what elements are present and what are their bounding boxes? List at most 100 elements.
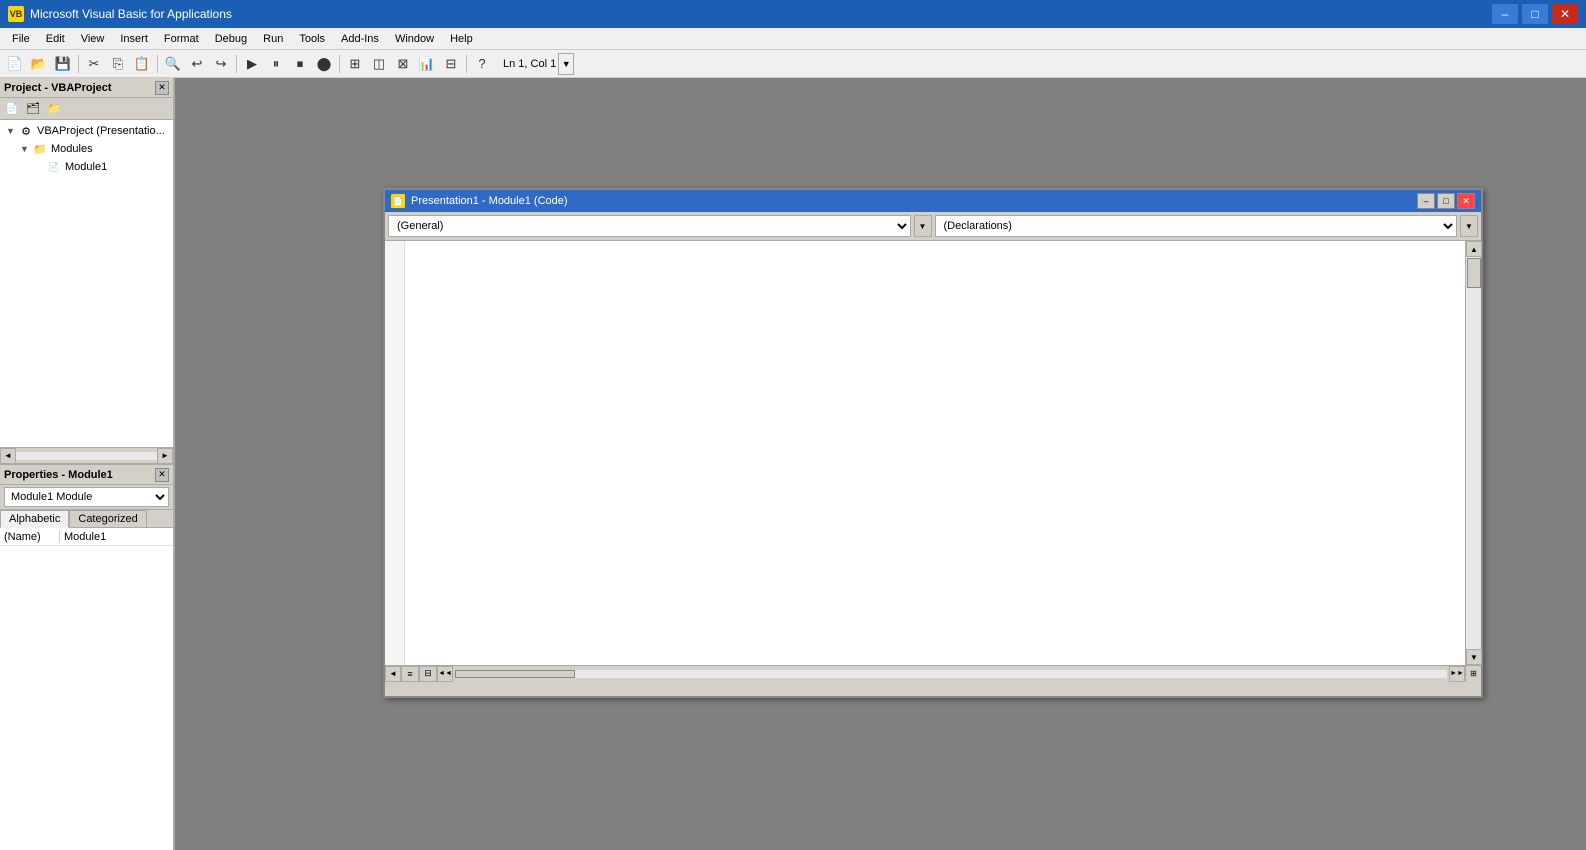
hscroll-left-button[interactable] xyxy=(385,666,401,682)
redo-button[interactable]: ↪ xyxy=(210,53,232,75)
view-object-button[interactable]: 🗂 xyxy=(23,100,43,118)
modules-folder-icon: 📁 xyxy=(32,141,48,157)
hscroll-thumb[interactable] xyxy=(455,670,575,678)
code-window-controls: – □ ✕ xyxy=(1417,193,1475,209)
menu-tools[interactable]: Tools xyxy=(291,31,333,47)
help-button[interactable]: ? xyxy=(471,53,493,75)
scroll-left-arrow[interactable]: ◄ xyxy=(0,448,16,464)
hscroll-corner: ⊞ xyxy=(1465,666,1481,682)
expand-icon: ▼ xyxy=(6,126,18,136)
design-button[interactable]: ⊞ xyxy=(344,53,366,75)
toolbar-separator-5 xyxy=(466,55,467,73)
paste-button[interactable]: 📋 xyxy=(131,53,153,75)
hscroll-track[interactable] xyxy=(455,670,1447,678)
toolbar-separator-1 xyxy=(78,55,79,73)
expand-icon-modules: ▼ xyxy=(20,144,32,154)
stop-button[interactable]: ⏹ xyxy=(289,53,311,75)
project-panel: Project - VBAProject ✕ 📄 🗂 📁 ▼ ⚙ VBAProj… xyxy=(0,78,173,465)
toolbar: 📄 📂 💾 ✂ ⎘ 📋 🔍 ↩ ↪ ▶ ⏸ ⏹ ⬤ ⊞ ◫ ⊠ 📊 ⊟ ? Ln… xyxy=(0,50,1586,78)
vscroll-up-button[interactable] xyxy=(1466,241,1482,257)
right-area: 📄 Presentation1 - Module1 (Code) – □ ✕ (… xyxy=(175,78,1586,850)
menu-window[interactable]: Window xyxy=(387,31,442,47)
properties-panel-header: Properties - Module1 ✕ xyxy=(0,465,173,485)
properties-dropdown-row: Module1 Module xyxy=(0,485,173,510)
props-row-name: (Name) Module1 xyxy=(0,528,173,546)
properties-grid: (Name) Module1 xyxy=(0,528,173,850)
copy-button[interactable]: ⎘ xyxy=(107,53,129,75)
app-title: Microsoft Visual Basic for Applications xyxy=(30,7,1486,21)
run-button[interactable]: ▶ xyxy=(241,53,263,75)
new-button[interactable]: 📄 xyxy=(4,53,26,75)
code-dropdowns: (General) ▼ (Declarations) ▼ xyxy=(385,212,1481,241)
minimize-button[interactable]: – xyxy=(1492,4,1518,24)
code-editor-area xyxy=(385,241,1481,665)
properties-panel-close[interactable]: ✕ xyxy=(155,468,169,482)
code-window-minimize[interactable]: – xyxy=(1417,193,1435,209)
code-proc-dropdown[interactable]: (Declarations) xyxy=(935,215,1458,237)
toggle-folders-button[interactable]: 📁 xyxy=(44,100,64,118)
menu-edit[interactable]: Edit xyxy=(38,31,73,47)
menu-file[interactable]: File xyxy=(4,31,38,47)
menu-addins[interactable]: Add-Ins xyxy=(333,31,387,47)
menu-view[interactable]: View xyxy=(73,31,113,47)
props-name-value[interactable]: Module1 xyxy=(60,531,173,543)
properties-panel: Properties - Module1 ✕ Module1 Module Al… xyxy=(0,465,173,850)
menu-format[interactable]: Format xyxy=(156,31,207,47)
code-hscrollbar: ≡ ⊟ ◄ ► ⊞ xyxy=(385,665,1481,681)
vscroll-down-button[interactable] xyxy=(1466,649,1482,665)
menu-help[interactable]: Help xyxy=(442,31,481,47)
toolbox-button[interactable]: ⊠ xyxy=(392,53,414,75)
tree-project-label: VBAProject (Presentatio... xyxy=(37,125,165,137)
code-proc-dropdown-arrow[interactable]: ▼ xyxy=(1460,215,1478,237)
tree-node-modules[interactable]: ▼ 📁 Modules xyxy=(2,140,171,158)
hscroll-page-right-button[interactable]: ► xyxy=(1449,666,1465,682)
tree-node-project[interactable]: ▼ ⚙ VBAProject (Presentatio... xyxy=(2,122,171,140)
tab-alphabetic[interactable]: Alphabetic xyxy=(0,510,69,528)
vscroll-track[interactable] xyxy=(1466,257,1481,649)
project-panel-close[interactable]: ✕ xyxy=(155,81,169,95)
hscroll-page-left-button[interactable]: ◄ xyxy=(437,666,453,682)
code-context-dropdown[interactable]: (General) xyxy=(388,215,911,237)
maximize-button[interactable]: □ xyxy=(1522,4,1548,24)
properties-object-dropdown[interactable]: Module1 Module xyxy=(4,487,169,507)
menu-debug[interactable]: Debug xyxy=(207,31,255,47)
cut-button[interactable]: ✂ xyxy=(83,53,105,75)
view-proc-icon[interactable]: ⊟ xyxy=(419,666,437,682)
find-button[interactable]: 🔍 xyxy=(162,53,184,75)
vscroll-thumb[interactable] xyxy=(1467,258,1481,288)
project-panel-title: Project - VBAProject xyxy=(4,82,112,94)
line-numbers xyxy=(385,241,405,665)
tree-node-module1[interactable]: 📄 Module1 xyxy=(2,158,171,176)
undo-button[interactable]: ↩ xyxy=(186,53,208,75)
view-code-icon[interactable]: ≡ xyxy=(401,666,419,682)
project-panel-hscrollbar: ◄ ► xyxy=(0,447,173,463)
properties-tabs: Alphabetic Categorized xyxy=(0,510,173,528)
code-window-close[interactable]: ✕ xyxy=(1457,193,1475,209)
toggle-breakpoint-button[interactable]: ⬤ xyxy=(313,53,335,75)
props-name-label: (Name) xyxy=(0,531,60,543)
properties-button[interactable]: ⊟ xyxy=(440,53,462,75)
code-editor[interactable] xyxy=(405,241,1465,665)
open-button[interactable]: 📂 xyxy=(28,53,50,75)
toolbar-dropdown[interactable]: ▼ xyxy=(558,53,574,75)
pause-button[interactable]: ⏸ xyxy=(265,53,287,75)
menu-run[interactable]: Run xyxy=(255,31,291,47)
scroll-right-arrow[interactable]: ► xyxy=(157,448,173,464)
scroll-track[interactable] xyxy=(16,452,157,460)
view-code-button[interactable]: 📄 xyxy=(2,100,22,118)
toolbar-separator-2 xyxy=(157,55,158,73)
code-window-maximize[interactable]: □ xyxy=(1437,193,1455,209)
title-bar: VB Microsoft Visual Basic for Applicatio… xyxy=(0,0,1586,28)
code-vscrollbar xyxy=(1465,241,1481,665)
object-browser-button[interactable]: ◫ xyxy=(368,53,390,75)
menu-insert[interactable]: Insert xyxy=(112,31,156,47)
status-position: Ln 1, Col 1 xyxy=(503,58,556,70)
tree-modules-label: Modules xyxy=(51,143,93,155)
properties-panel-title: Properties - Module1 xyxy=(4,469,113,481)
project-explorer-button[interactable]: 📊 xyxy=(416,53,438,75)
close-button[interactable]: ✕ xyxy=(1552,4,1578,24)
tab-categorized[interactable]: Categorized xyxy=(69,510,146,527)
save-button[interactable]: 💾 xyxy=(52,53,74,75)
code-context-dropdown-arrow[interactable]: ▼ xyxy=(914,215,932,237)
project-panel-toolbar: 📄 🗂 📁 xyxy=(0,98,173,120)
